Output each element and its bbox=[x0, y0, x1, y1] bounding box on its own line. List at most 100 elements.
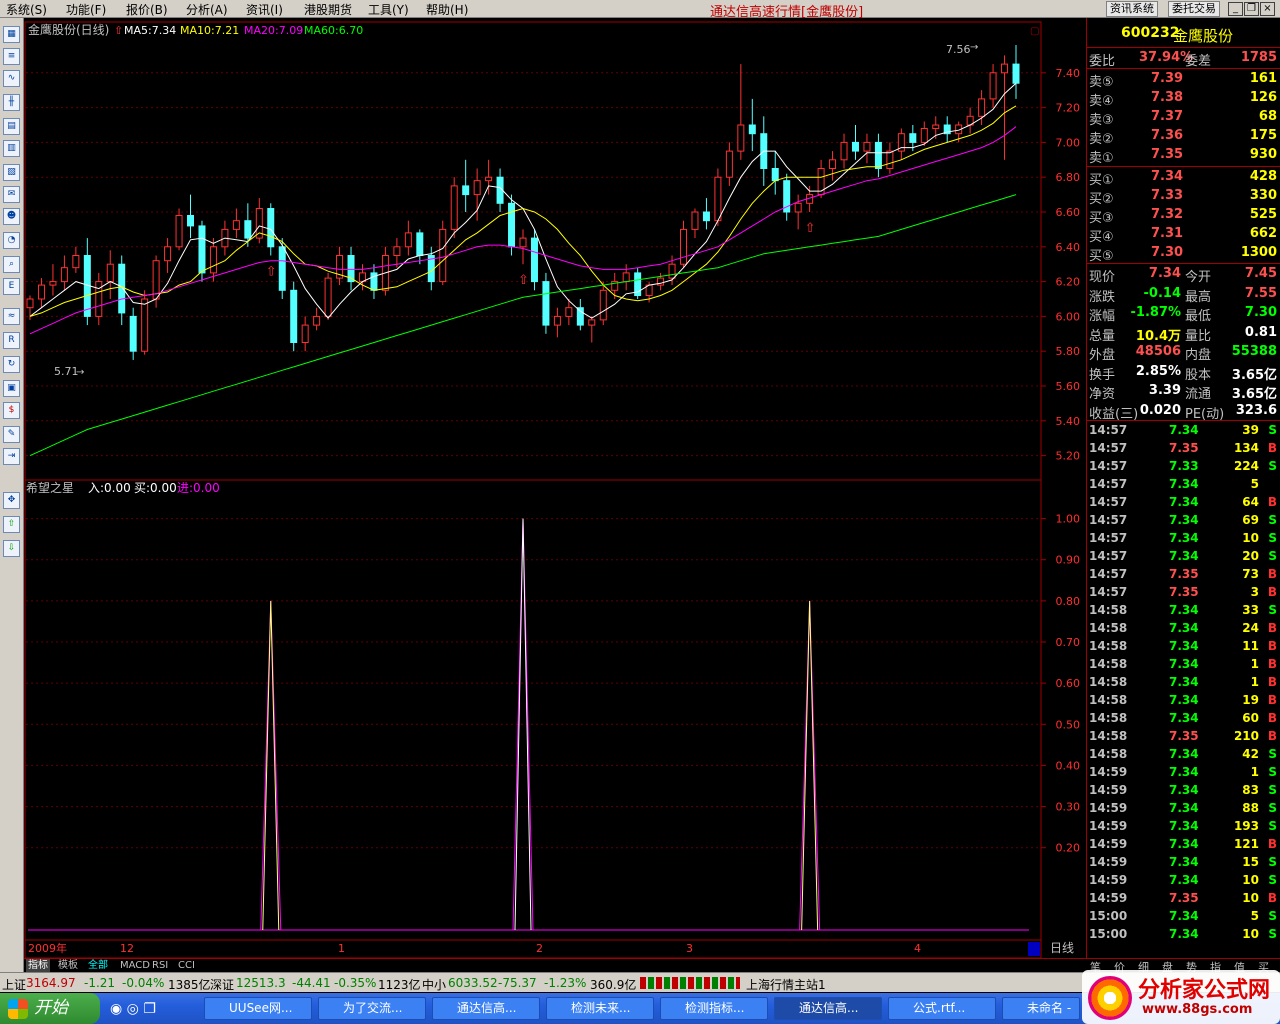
table-icon[interactable]: ▥ bbox=[3, 140, 20, 157]
candle-body bbox=[416, 232, 424, 257]
timeline-year: 2009年 bbox=[28, 941, 67, 955]
tick-row: 14:58 7.34 1 B bbox=[1089, 657, 1277, 671]
server-label[interactable]: 上海行情主站1 bbox=[746, 976, 826, 993]
move-icon[interactable]: ✥ bbox=[3, 492, 20, 509]
tab-macd[interactable]: MACD bbox=[118, 959, 152, 973]
tick-row: 14:57 7.35 134 B bbox=[1089, 441, 1277, 455]
calc-icon[interactable]: ▣ bbox=[3, 380, 20, 397]
chart-icon[interactable]: ◔ bbox=[3, 232, 20, 249]
candle-body bbox=[508, 202, 516, 248]
search-icon[interactable]: ⌕ bbox=[3, 256, 20, 273]
y-tick-label: 5.80 bbox=[1056, 345, 1081, 358]
bid-row: 买② 7.33 330 bbox=[1089, 188, 1277, 207]
restore-icon[interactable]: ❐ bbox=[1244, 2, 1259, 16]
list-icon[interactable]: ≡ bbox=[3, 48, 20, 65]
task-4[interactable]: 检测指标... bbox=[660, 997, 768, 1020]
indicator-y-axis: 1.00 0.90 0.80 0.70 0.60 0.50 0.40 0.30 0.20 bbox=[1041, 513, 1080, 855]
rsi-icon[interactable]: R bbox=[3, 332, 20, 349]
market-bar-icon bbox=[640, 977, 740, 989]
menu-system[interactable]: 系统(S) bbox=[6, 1, 47, 18]
refresh-icon[interactable]: ↻ bbox=[3, 356, 20, 373]
task-7[interactable]: 未命名 - bbox=[1002, 997, 1080, 1020]
candle-body bbox=[863, 141, 871, 152]
candle-body bbox=[60, 267, 68, 283]
close-icon[interactable]: × bbox=[1260, 2, 1275, 16]
candle-body bbox=[439, 228, 447, 283]
tab-all[interactable]: 全部 bbox=[86, 959, 110, 973]
tick-row: 14:59 7.34 83 S bbox=[1089, 783, 1277, 797]
candle-body bbox=[37, 284, 45, 300]
tick-row: 14:58 7.34 24 B bbox=[1089, 621, 1277, 635]
indicator-name: 希望之星 bbox=[26, 480, 74, 495]
arrow-down-icon[interactable]: ⇩ bbox=[3, 540, 20, 557]
candle-body bbox=[106, 263, 114, 283]
candle-body bbox=[473, 180, 481, 196]
tab-indicator[interactable]: 指标 bbox=[26, 959, 50, 973]
wave-icon[interactable]: ≈ bbox=[3, 308, 20, 325]
watermark-url: www.88gs.com bbox=[1142, 1002, 1253, 1017]
ask-row: 卖② 7.36 175 bbox=[1089, 128, 1277, 147]
task-3[interactable]: 检测未来... bbox=[546, 997, 654, 1020]
chart-panel[interactable]: 7.40 7.20 7.00 6.80 6.60 6.40 6.20 6.00 5.80 5.60… bbox=[24, 18, 1086, 959]
candle-body bbox=[542, 281, 550, 326]
tick-row: 14:59 7.35 10 B bbox=[1089, 891, 1277, 905]
mail-icon[interactable]: ✉ bbox=[3, 186, 20, 203]
menu-hk-futures[interactable]: 港股期货 bbox=[304, 1, 352, 18]
arrow-up-icon[interactable]: ⇧ bbox=[3, 516, 20, 533]
task-6[interactable]: 公式.rtf... bbox=[888, 997, 996, 1020]
indicator-enter: 进:0.00 bbox=[177, 481, 220, 495]
zx-index: 6033.52 bbox=[448, 976, 498, 990]
y-tick-label: 6.20 bbox=[1056, 276, 1081, 289]
kline-chart[interactable]: 7.40 7.20 7.00 6.80 6.60 6.40 6.20 6.00 5.80 5.60… bbox=[24, 18, 1086, 959]
candle-body bbox=[1012, 63, 1020, 84]
menu-quote[interactable]: 报价(B) bbox=[126, 1, 168, 18]
tab-rsi[interactable]: RSI bbox=[150, 959, 170, 973]
stat-row: 外盘 48506 内盘 55388 bbox=[1089, 344, 1277, 363]
info-system-button[interactable]: 资讯系统 bbox=[1106, 1, 1158, 17]
y-tick-label: 1.00 bbox=[1056, 513, 1081, 526]
sz-index: 12513.3 bbox=[236, 976, 286, 990]
news-icon[interactable]: ▧ bbox=[3, 164, 20, 181]
report-icon[interactable]: ▤ bbox=[3, 118, 20, 135]
candle-body bbox=[1001, 63, 1009, 74]
users-icon[interactable]: ☻ bbox=[3, 208, 20, 225]
task-2[interactable]: 通达信高... bbox=[432, 997, 540, 1020]
wrench-icon[interactable]: ✎ bbox=[3, 426, 20, 443]
timeline-month-2: 2 bbox=[536, 942, 543, 955]
low-arrow-icon: → bbox=[76, 367, 84, 378]
export-icon[interactable]: ⇥ bbox=[3, 448, 20, 465]
grid-icon[interactable]: ▦ bbox=[3, 26, 20, 43]
timeline-month-4: 4 bbox=[914, 942, 921, 955]
y-tick-label: 6.60 bbox=[1056, 206, 1081, 219]
grid bbox=[26, 72, 1041, 849]
candle-icon[interactable]: ╫ bbox=[3, 94, 20, 111]
menu-info[interactable]: 资讯(I) bbox=[246, 1, 283, 18]
tick-row: 14:57 7.34 5 bbox=[1089, 477, 1259, 491]
task-0[interactable]: UUSee网... bbox=[204, 997, 312, 1020]
tab-cci[interactable]: CCI bbox=[176, 959, 197, 973]
menu-tools[interactable]: 工具(Y) bbox=[368, 1, 409, 18]
etf-icon[interactable]: E bbox=[3, 278, 20, 295]
candle-body bbox=[553, 315, 561, 326]
indicator-spikes bbox=[28, 518, 1029, 931]
tick-row: 14:58 7.34 42 S bbox=[1089, 747, 1277, 761]
menu-bar: 系统(S) 功能(F) 报价(B) 分析(A) 资讯(I) 港股期货 工具(Y)… bbox=[0, 0, 1280, 20]
line-chart-icon[interactable]: ∿ bbox=[3, 70, 20, 87]
menu-analysis[interactable]: 分析(A) bbox=[186, 1, 228, 18]
trade-button[interactable]: 委托交易 bbox=[1168, 1, 1220, 17]
main-y-axis: 7.40 7.20 7.00 6.80 6.60 6.40 6.20 6.00 5.80 5.60… bbox=[1041, 67, 1080, 463]
dollar-icon[interactable]: $ bbox=[3, 402, 20, 419]
menu-function[interactable]: 功能(F) bbox=[66, 1, 106, 18]
quicklaunch-icon[interactable]: ◉ ◎ ❐ bbox=[110, 1001, 156, 1017]
candle-body bbox=[187, 214, 195, 227]
menu-help[interactable]: 帮助(H) bbox=[426, 1, 468, 18]
candle-body bbox=[989, 72, 997, 100]
candle-body bbox=[301, 324, 309, 344]
candle-body bbox=[267, 208, 275, 248]
task-5[interactable]: 通达信高... bbox=[774, 997, 882, 1020]
task-1[interactable]: 为了交流... bbox=[318, 997, 426, 1020]
flower-logo-icon bbox=[1088, 976, 1132, 1020]
minimize-icon[interactable]: _ bbox=[1228, 2, 1243, 16]
tick-row: 14:59 7.34 1 S bbox=[1089, 765, 1277, 779]
tab-template[interactable]: 模板 bbox=[56, 959, 80, 973]
